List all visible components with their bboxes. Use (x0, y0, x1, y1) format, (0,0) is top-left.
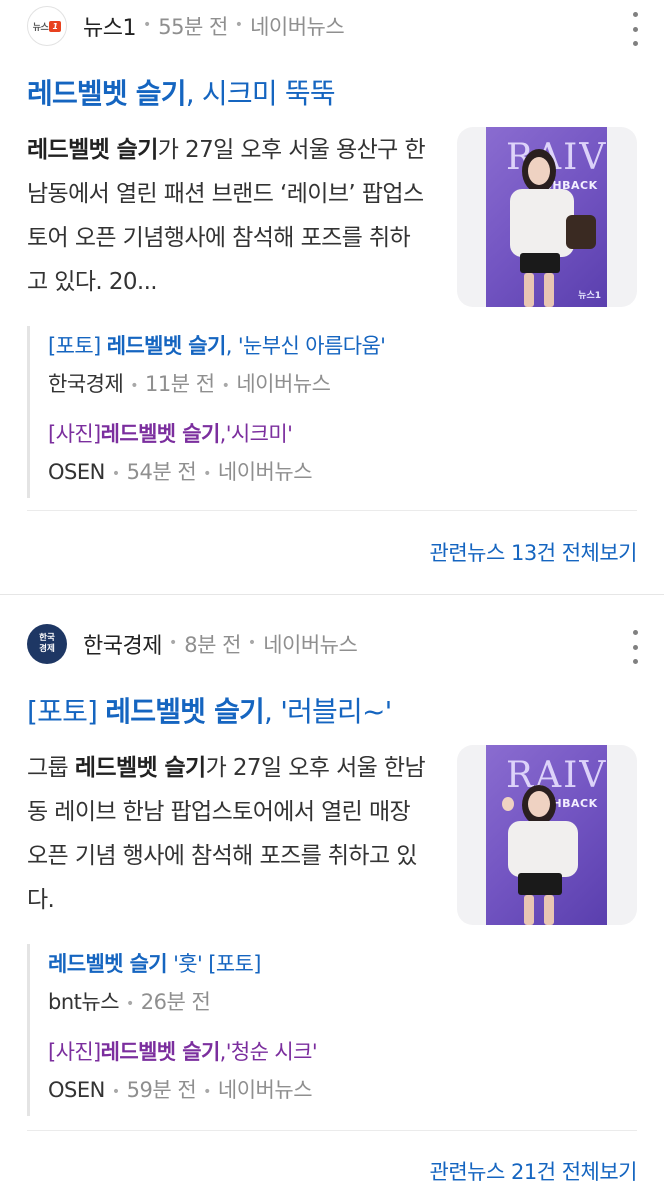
article-2-press-row[interactable]: 한국 경제 한국경제 • 8분 전 • 네이버뉴스 (27, 624, 358, 664)
naver-news-link[interactable]: 네이버뉴스 (263, 629, 358, 659)
related-title[interactable]: [포토] 레드벨벳 슬기, '눈부신 아름다움' (48, 330, 386, 360)
press-name[interactable]: 한국경제 (83, 628, 162, 660)
news1-logo-icon: 뉴스 1 (27, 6, 67, 46)
article-time: 8분 전 (184, 633, 241, 657)
related-meta: OSEN • 59분 전 • 네이버뉴스 (48, 1078, 313, 1102)
meta-separator: • (168, 635, 178, 651)
article-2-summary[interactable]: 그룹 레드벨벳 슬기가 27일 오후 서울 한남동 레이브 한남 팝업스토어에서… (27, 746, 427, 922)
divider (27, 510, 637, 511)
more-options-icon[interactable] (626, 12, 644, 46)
press-name[interactable]: 뉴스1 (83, 10, 136, 42)
article-2-thumbnail[interactable]: RAIV SHBACK (457, 745, 637, 925)
related-item[interactable]: [포토] 레드벨벳 슬기, '눈부신 아름다움' 한국경제 • 11분 전 • 네이버뉴… (30, 326, 640, 414)
related-news-all-link[interactable]: 관련뉴스 13건 전체보기 (430, 537, 638, 567)
article-1-press-row[interactable]: 뉴스 1 뉴스1 • 55분 전 • 네이버뉴스 (27, 6, 345, 46)
related-meta: OSEN • 54분 전 • 네이버뉴스 (48, 460, 313, 484)
article-2-related-list: 레드벨벳 슬기 '훗' [포토] bnt뉴스 • 26분 전 [사진]레드벨벳 슬기… (27, 944, 640, 1116)
related-item[interactable]: [사진]레드벨벳 슬기,'시크미' OSEN • 54분 전 • 네이버뉴스 (30, 414, 640, 502)
article-1-related-list: [포토] 레드벨벳 슬기, '눈부신 아름다움' 한국경제 • 11분 전 • 네이버뉴… (27, 326, 640, 498)
related-meta: 한국경제 • 11분 전 • 네이버뉴스 (48, 372, 331, 396)
article-time: 55분 전 (158, 15, 228, 39)
meta-separator: • (234, 17, 244, 33)
meta-separator: • (247, 635, 257, 651)
article-2-headline[interactable]: [포토] 레드벨벳 슬기, '러블리~' (27, 690, 392, 730)
more-options-icon[interactable] (626, 630, 644, 664)
hankyung-logo-icon: 한국 경제 (27, 624, 67, 664)
article-separator (0, 594, 664, 595)
article-photo: RAIV SHBACK (486, 745, 607, 925)
related-news-all-link[interactable]: 관련뉴스 21건 전체보기 (430, 1156, 638, 1186)
article-1-thumbnail[interactable]: RAIV SHBACK 뉴스1 (457, 127, 637, 307)
article-1-headline[interactable]: 레드벨벳 슬기, 시크미 뚝뚝 (27, 72, 336, 112)
related-item[interactable]: 레드벨벳 슬기 '훗' [포토] bnt뉴스 • 26분 전 (30, 944, 640, 1032)
naver-news-link[interactable]: 네이버뉴스 (250, 11, 345, 41)
article-1-summary[interactable]: 레드벨벳 슬기가 27일 오후 서울 용산구 한남동에서 열린 패션 브랜드 ‘… (27, 128, 427, 304)
divider (27, 1130, 637, 1131)
related-meta: bnt뉴스 • 26분 전 (48, 990, 211, 1014)
related-title[interactable]: 레드벨벳 슬기 '훗' [포토] (48, 948, 261, 978)
related-title[interactable]: [사진]레드벨벳 슬기,'청순 시크' (48, 1036, 318, 1066)
related-title[interactable]: [사진]레드벨벳 슬기,'시크미' (48, 418, 293, 448)
related-item[interactable]: [사진]레드벨벳 슬기,'청순 시크' OSEN • 59분 전 • 네이버뉴스 (30, 1032, 640, 1120)
article-photo: RAIV SHBACK 뉴스1 (486, 127, 607, 307)
meta-separator: • (142, 17, 152, 33)
